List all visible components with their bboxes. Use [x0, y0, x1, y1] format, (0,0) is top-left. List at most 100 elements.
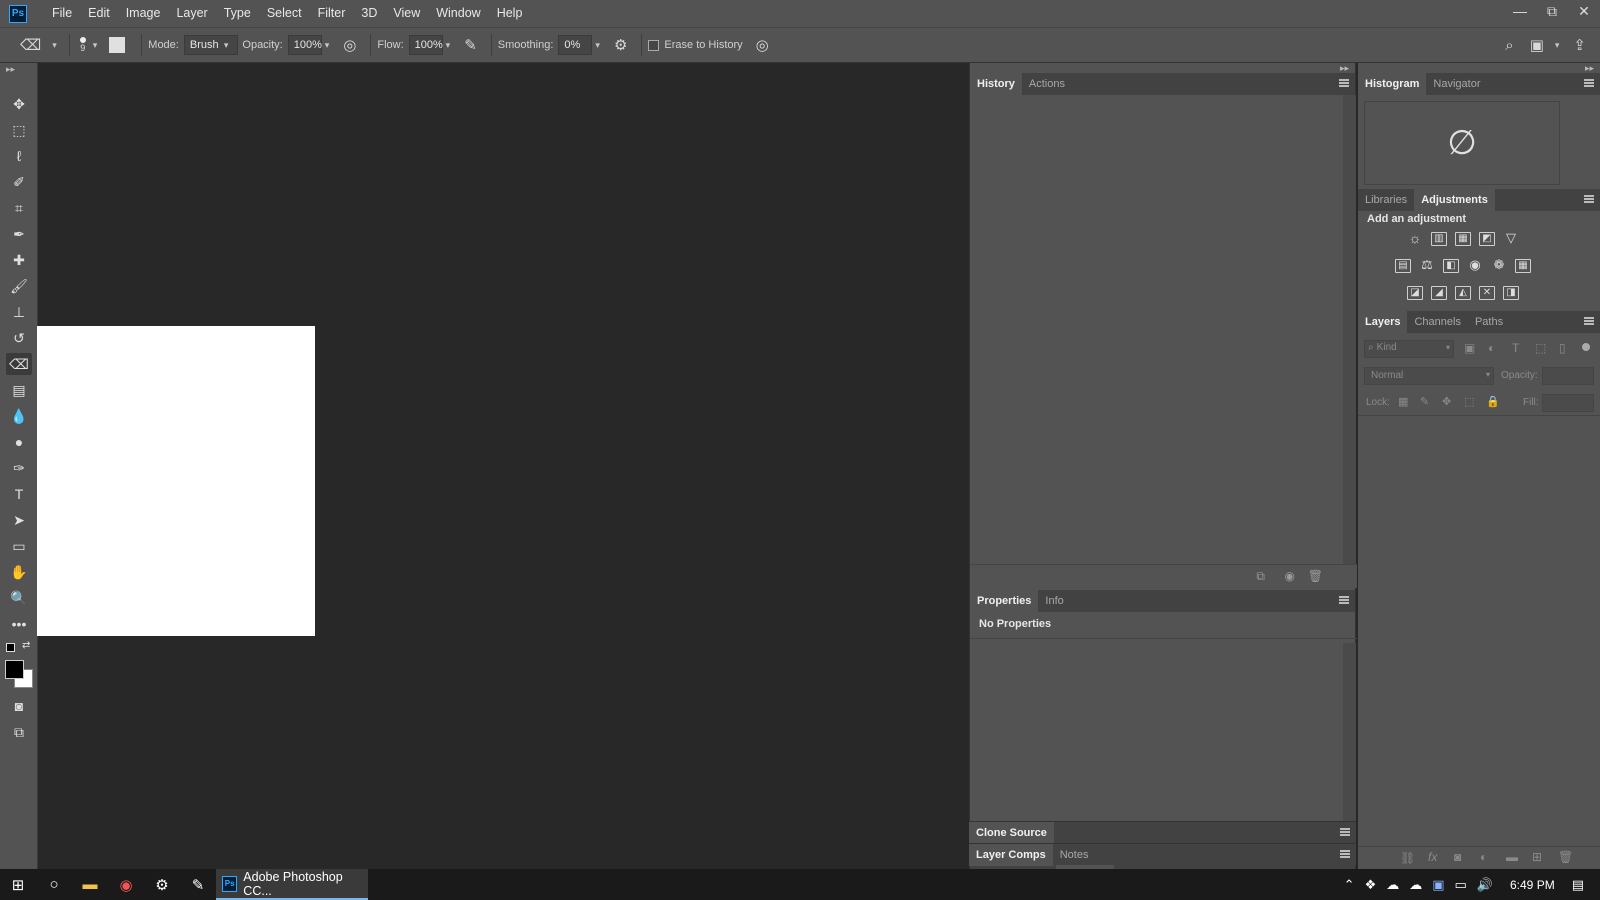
- collapse-right-dock-icon[interactable]: ▸▸: [1585, 63, 1594, 73]
- foreground-color-swatch[interactable]: [5, 660, 24, 679]
- menu-file[interactable]: File: [44, 0, 80, 27]
- search-icon[interactable]: ⌕: [1505, 37, 1513, 54]
- layer-filter-kind-dropdown[interactable]: ⌕ Kind ▾: [1364, 340, 1454, 358]
- tab-history[interactable]: History: [970, 73, 1022, 95]
- history-brush-tool-icon[interactable]: ↺: [6, 327, 32, 349]
- menu-filter[interactable]: Filter: [310, 0, 354, 27]
- swap-colors-icon[interactable]: ⇄: [22, 640, 30, 651]
- snapshot-camera-icon[interactable]: ◉: [1285, 569, 1295, 583]
- filter-type-layers-icon[interactable]: T: [1512, 341, 1519, 355]
- taskbar-photoshop-button[interactable]: Ps Adobe Photoshop CC...: [216, 869, 368, 900]
- selective-color-icon[interactable]: ✕: [1479, 286, 1495, 300]
- feather-app-icon[interactable]: ✎: [180, 869, 216, 900]
- onedrive-icon[interactable]: ☁: [1409, 877, 1422, 893]
- collapse-toolbar-icon[interactable]: ▸▸: [6, 64, 15, 74]
- menu-view[interactable]: View: [385, 0, 428, 27]
- filter-shape-layers-icon[interactable]: ⬚: [1535, 341, 1546, 355]
- default-colors-icon[interactable]: [6, 643, 15, 652]
- taskbar-clock[interactable]: 6:49 PM: [1510, 878, 1555, 892]
- gradient-map-icon[interactable]: ◨: [1503, 286, 1519, 300]
- new-group-folder-icon[interactable]: ▬: [1506, 850, 1518, 864]
- layer-style-fx-icon[interactable]: fx: [1428, 850, 1437, 864]
- flow-input[interactable]: 100%: [408, 35, 443, 55]
- properties-scrollbar[interactable]: [1343, 643, 1356, 843]
- action-center-icon[interactable]: ▤: [1572, 877, 1584, 893]
- eraser-tool-icon[interactable]: ⌫: [6, 353, 32, 375]
- blend-mode-dropdown[interactable]: Normal ▾: [1364, 367, 1494, 385]
- tab-paths[interactable]: Paths: [1468, 311, 1510, 333]
- smoothing-input[interactable]: 0%: [558, 35, 593, 55]
- adjustments-panel-menu-icon[interactable]: [1584, 195, 1594, 203]
- filter-smart-objects-icon[interactable]: ▯: [1559, 341, 1566, 355]
- vibrance-icon[interactable]: ▽: [1503, 231, 1519, 246]
- layer-fill-input[interactable]: [1542, 394, 1594, 412]
- filter-adjustment-layers-icon[interactable]: ◐: [1488, 341, 1495, 355]
- brush-tool-icon[interactable]: 🖌: [6, 275, 32, 297]
- brightness-contrast-icon[interactable]: ☼: [1407, 231, 1423, 246]
- filter-toggle-icon[interactable]: [1582, 343, 1590, 351]
- battery-icon[interactable]: ▭: [1455, 877, 1467, 893]
- close-button[interactable]: ✕: [1568, 0, 1600, 22]
- lock-artboard-icon[interactable]: ⬚: [1464, 395, 1474, 408]
- onedrive-upload-icon[interactable]: ☁: [1386, 877, 1399, 893]
- hue-saturation-icon[interactable]: ▤: [1395, 259, 1411, 273]
- cortana-search-icon[interactable]: ○: [36, 869, 72, 900]
- tab-layers[interactable]: Layers: [1358, 311, 1408, 333]
- blur-tool-icon[interactable]: 💧: [6, 405, 32, 427]
- workspace-icon[interactable]: ▣: [1530, 36, 1544, 54]
- properties-panel-menu-icon[interactable]: [1339, 596, 1349, 604]
- workspace-chevron-icon[interactable]: ▾: [1555, 40, 1560, 51]
- flow-chevron-icon[interactable]: ▾: [446, 40, 451, 51]
- show-hidden-icons-chevron-icon[interactable]: ⌃: [1344, 877, 1355, 893]
- zoom-tool-icon[interactable]: 🔍: [6, 587, 32, 609]
- history-scrollbar[interactable]: [1343, 95, 1356, 564]
- clone-source-panel-menu-icon[interactable]: [1340, 828, 1350, 836]
- brush-settings-panel-toggle-icon[interactable]: [109, 37, 126, 53]
- tab-layer-comps[interactable]: Layer Comps: [969, 843, 1053, 866]
- pressure-opacity-icon[interactable]: ◎: [343, 36, 356, 54]
- volume-icon[interactable]: 🔊: [1477, 877, 1493, 893]
- marquee-tool-icon[interactable]: ⬚: [6, 119, 32, 141]
- filter-pixel-layers-icon[interactable]: ▣: [1464, 341, 1475, 355]
- layer-opacity-input[interactable]: [1542, 367, 1594, 385]
- screen-mode-icon[interactable]: ⧉: [6, 721, 32, 743]
- posterize-icon[interactable]: ◢: [1431, 286, 1447, 300]
- lock-transparent-pixels-icon[interactable]: ▦: [1398, 395, 1408, 408]
- dodge-tool-icon[interactable]: ●: [6, 431, 32, 453]
- tab-channels[interactable]: Channels: [1407, 311, 1467, 333]
- channel-mixer-icon[interactable]: ❁: [1491, 258, 1507, 273]
- history-panel-menu-icon[interactable]: [1339, 79, 1349, 87]
- menu-3d[interactable]: 3D: [353, 0, 385, 27]
- brush-preset-picker[interactable]: 9: [79, 37, 86, 53]
- eraser-icon[interactable]: ⌫: [20, 36, 41, 54]
- new-layer-icon[interactable]: ⊞: [1532, 850, 1542, 864]
- erase-to-history-checkbox[interactable]: [648, 39, 660, 51]
- menu-image[interactable]: Image: [118, 0, 169, 27]
- exposure-icon[interactable]: ◩: [1479, 232, 1495, 246]
- quick-mask-icon[interactable]: ◙: [6, 695, 32, 717]
- crop-tool-icon[interactable]: ⌗: [6, 197, 32, 219]
- tab-libraries[interactable]: Libraries: [1358, 189, 1414, 211]
- threshold-icon[interactable]: ◭: [1455, 286, 1471, 300]
- menu-edit[interactable]: Edit: [80, 0, 118, 27]
- chrome-icon[interactable]: ◉: [108, 869, 144, 900]
- pressure-size-icon[interactable]: ◎: [756, 36, 769, 54]
- layers-panel-menu-icon[interactable]: [1584, 317, 1594, 325]
- hand-tool-icon[interactable]: ✋: [6, 561, 32, 583]
- delete-layer-trash-icon[interactable]: 🗑: [1558, 850, 1573, 864]
- tab-properties[interactable]: Properties: [970, 590, 1039, 612]
- smoothing-chevron-icon[interactable]: ▾: [595, 40, 600, 51]
- smoothing-options-gear-icon[interactable]: ⚙: [614, 36, 627, 54]
- windows-start-icon[interactable]: ⊞: [0, 869, 36, 900]
- opacity-chevron-icon[interactable]: ▾: [325, 40, 330, 51]
- teams-icon[interactable]: ▣: [1432, 877, 1444, 893]
- histogram-panel-menu-icon[interactable]: [1584, 79, 1594, 87]
- menu-layer[interactable]: Layer: [168, 0, 215, 27]
- opacity-input[interactable]: 100%: [287, 35, 322, 55]
- share-icon[interactable]: ⇪: [1573, 36, 1586, 54]
- menu-select[interactable]: Select: [259, 0, 310, 27]
- mode-dropdown[interactable]: Brush: [183, 35, 238, 55]
- minimize-button[interactable]: —: [1504, 0, 1536, 22]
- lock-image-pixels-icon[interactable]: ✎: [1420, 395, 1429, 408]
- menu-help[interactable]: Help: [489, 0, 531, 27]
